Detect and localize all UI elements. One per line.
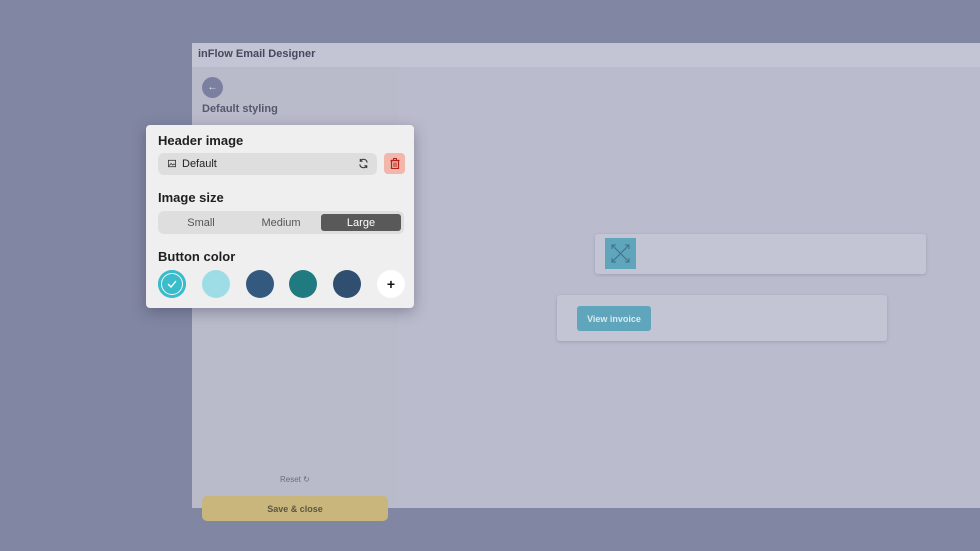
sidebar-title: Default styling (202, 103, 278, 115)
replace-image-icon[interactable] (358, 158, 369, 169)
refresh-icon: ↻ (303, 475, 310, 484)
color-swatch-navy[interactable] (333, 270, 361, 298)
save-close-button[interactable]: Save & close (202, 496, 388, 521)
email-canvas (398, 67, 980, 508)
color-swatch-dark-teal[interactable] (289, 270, 317, 298)
color-swatch-light-cyan[interactable] (202, 270, 230, 298)
header-image-value: Default (182, 158, 217, 170)
button-block[interactable]: View invoice (557, 295, 887, 341)
button-color-title: Button color (158, 249, 236, 264)
check-icon (161, 273, 183, 295)
add-color-button[interactable]: + (377, 270, 405, 298)
size-option-large[interactable]: Large (321, 214, 401, 231)
header-image-block[interactable] (595, 234, 926, 274)
size-option-medium[interactable]: Medium (241, 214, 321, 231)
image-size-title: Image size (158, 190, 224, 205)
color-swatches: + (158, 270, 406, 298)
image-placeholder (605, 238, 636, 269)
delete-image-button[interactable] (384, 153, 405, 174)
view-invoice-button[interactable]: View invoice (577, 306, 651, 331)
styling-popup: Header image Default Image size Small Me… (146, 125, 414, 308)
trash-icon (390, 158, 399, 169)
image-size-selector: Small Medium Large (158, 211, 404, 234)
header-image-field[interactable]: Default (158, 153, 377, 175)
header-image-title: Header image (158, 133, 244, 148)
arrow-left-icon: ← (207, 82, 218, 93)
reset-link[interactable]: Reset ↻ (280, 475, 310, 484)
color-swatch-steel-blue[interactable] (246, 270, 274, 298)
color-swatch-teal[interactable] (158, 270, 186, 298)
image-icon (168, 159, 176, 168)
back-button[interactable]: ← (202, 77, 223, 98)
reset-label: Reset (280, 475, 301, 484)
size-option-small[interactable]: Small (161, 214, 241, 231)
image-placeholder-icon (611, 244, 630, 263)
window-title: inFlow Email Designer (192, 43, 980, 67)
